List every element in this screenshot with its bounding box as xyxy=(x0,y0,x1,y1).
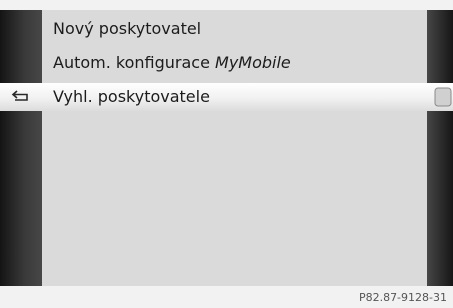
menu-item-label: Nový poskytovatel xyxy=(53,19,202,38)
right-side-rail xyxy=(427,10,453,286)
menu-item-auto-config-mymobile[interactable]: Autom. konfigurace MyMobile xyxy=(53,48,291,78)
figure-code: P82.87-9128-31 xyxy=(358,291,447,304)
menu-item-label: Vyhl. poskytovatele xyxy=(53,87,210,106)
submenu-tab-icon[interactable] xyxy=(431,86,453,108)
display-screen: Nový poskytovatel Autom. konfigurace MyM… xyxy=(0,0,453,308)
menu-item-label: Autom. konfigurace xyxy=(53,53,216,72)
menu-item-label-emphasis: MyMobile xyxy=(215,53,291,72)
menu-item-search-provider[interactable]: Vyhl. poskytovatele xyxy=(53,82,210,112)
menu-item-new-provider[interactable]: Nový poskytovatel xyxy=(53,14,201,44)
back-arrow-icon[interactable] xyxy=(10,86,32,106)
left-side-rail xyxy=(0,10,42,286)
